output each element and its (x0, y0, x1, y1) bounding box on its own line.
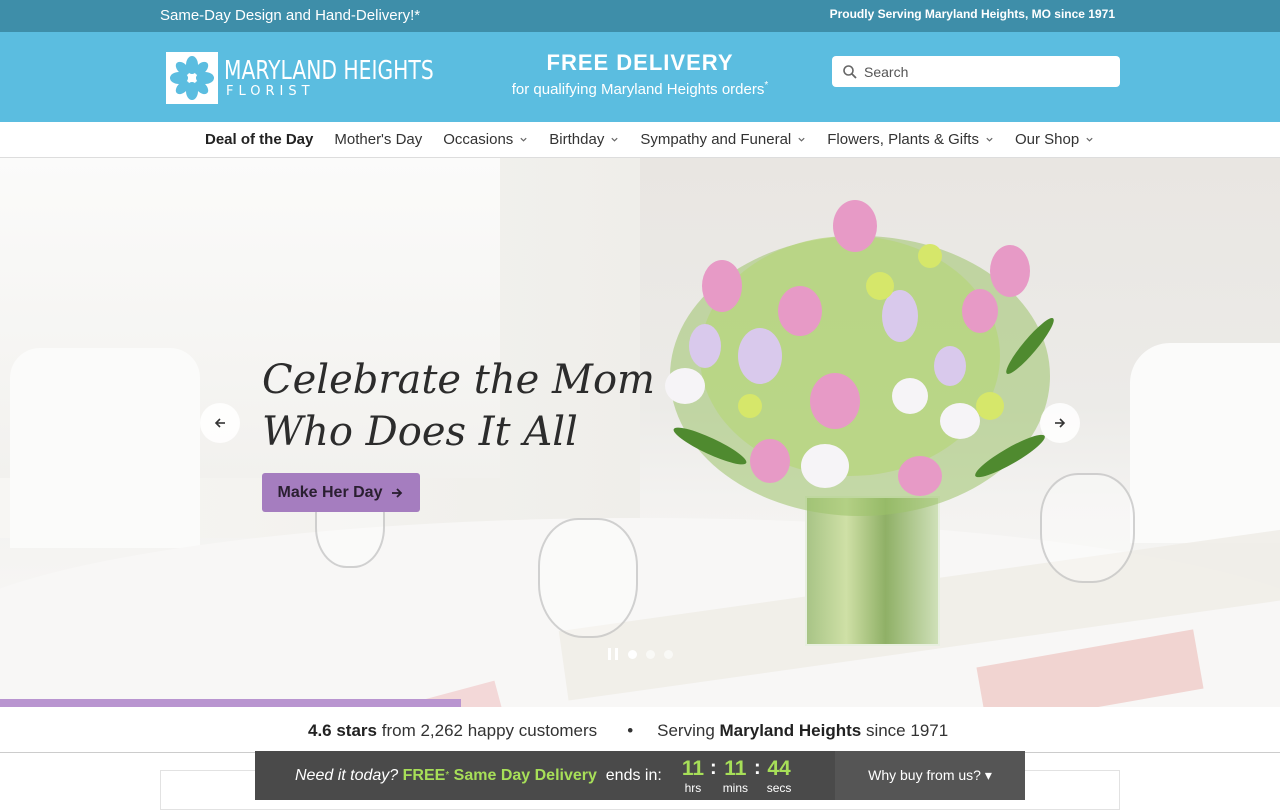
nav-sympathy-funeral[interactable]: Sympathy and Funeral (640, 131, 806, 148)
hero-banner[interactable]: Celebrate the Mom Who Does It All Make H… (0, 158, 1280, 707)
top-promo-bar: Same-Day Design and Hand-Delivery!* Prou… (0, 0, 1280, 32)
carousel-prev-button[interactable] (200, 403, 240, 443)
site-header: MARYLAND HEIGHTS FLORIST FREE DELIVERY f… (0, 32, 1280, 122)
chevron-down-icon (986, 137, 993, 142)
free-delivery-banner: FREE DELIVERY for qualifying Maryland He… (460, 50, 820, 98)
hero-bouquet-image (665, 200, 1054, 516)
chevron-down-icon (1086, 137, 1093, 142)
flower-logo-icon (166, 52, 218, 104)
minutes-label: mins (722, 780, 749, 795)
serving-city: Maryland Heights (719, 721, 862, 740)
serving-notice: Proudly Serving Maryland Heights, MO sin… (829, 7, 1115, 21)
carousel-dot[interactable] (646, 649, 655, 659)
slide-progress-fill (0, 699, 461, 707)
rating-stars: 4.6 stars (308, 721, 377, 740)
rating-strip: 4.6 stars from 2,262 happy customers • S… (0, 707, 1280, 753)
free-delivery-subtitle: for qualifying Maryland Heights orders (511, 81, 765, 98)
make-her-day-button[interactable]: Make Her Day (262, 473, 420, 512)
nav-birthday[interactable]: Birthday (549, 131, 619, 148)
nav-flowers-plants-gifts[interactable]: Flowers, Plants & Gifts (827, 131, 994, 148)
seconds-label: secs (766, 780, 792, 795)
same-day-countdown-bar: Need it today? FREE * Same Day Delivery e… (255, 751, 1025, 800)
hero-chair-left (10, 348, 200, 548)
countdown-seconds: 44 (767, 756, 791, 780)
logo-subtitle: FLORIST (226, 84, 315, 99)
hours-label: hrs (684, 780, 702, 795)
chevron-down-icon (798, 137, 805, 142)
slide-progress-bar (0, 699, 1280, 707)
ends-in-text: ends in: (605, 766, 662, 784)
serving-since: since 1971 (865, 721, 949, 740)
main-nav: Deal of the Day Mother's Day Occasions B… (0, 122, 1280, 158)
rating-separator: • (627, 721, 634, 740)
arrow-right-icon (1055, 418, 1066, 428)
countdown-timer: 11 hrs : 11 mins : 44 secs (681, 756, 792, 795)
search-icon (843, 64, 857, 79)
countdown-minutes: 11 (724, 756, 747, 780)
need-it-today-text: Need it today? (295, 766, 399, 784)
free-delivery-title: FREE DELIVERY (546, 50, 734, 75)
site-logo[interactable]: MARYLAND HEIGHTS FLORIST (166, 52, 493, 104)
same-day-delivery-text: Same Day Delivery (453, 766, 597, 784)
arrow-left-icon (214, 418, 225, 428)
carousel-dot[interactable] (628, 649, 637, 659)
carousel-next-button[interactable] (1040, 403, 1080, 443)
serving-label: Serving (657, 721, 715, 740)
hero-headline: Celebrate the Mom Who Does It All (262, 357, 655, 455)
free-asterisk: * (445, 770, 450, 781)
free-delivery-asterisk: * (764, 80, 769, 91)
same-day-notice: Same-Day Design and Hand-Delivery!* (160, 7, 421, 24)
logo-title: MARYLAND HEIGHTS (224, 56, 434, 86)
hero-glass (538, 518, 638, 638)
nav-deal-of-the-day[interactable]: Deal of the Day (205, 131, 313, 148)
nav-mothers-day[interactable]: Mother's Day (334, 131, 422, 148)
nav-occasions[interactable]: Occasions (443, 131, 528, 148)
hero-chair-right (1130, 343, 1280, 543)
nav-our-shop[interactable]: Our Shop (1015, 131, 1094, 148)
search-input[interactable] (864, 63, 1104, 80)
arrow-right-icon (392, 487, 403, 498)
search-box[interactable] (832, 56, 1120, 87)
free-text: FREE (402, 766, 446, 784)
pause-icon[interactable] (608, 648, 618, 660)
chevron-down-icon (520, 137, 527, 142)
chevron-down-icon (611, 137, 618, 142)
why-buy-from-us-button[interactable]: Why buy from us? ▾ (835, 751, 1025, 800)
carousel-dot[interactable] (664, 649, 673, 659)
carousel-indicators (608, 648, 682, 660)
rating-customers: from 2,262 happy customers (381, 721, 598, 740)
countdown-hours: 11 (681, 756, 705, 780)
